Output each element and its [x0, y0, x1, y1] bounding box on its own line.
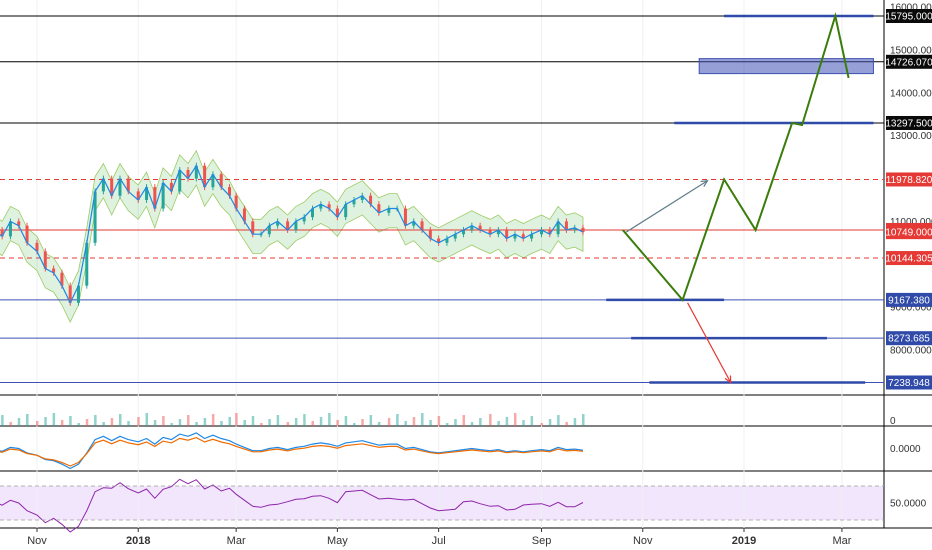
price-label: 15795.000: [885, 12, 932, 23]
volume-bar: [412, 417, 416, 426]
volume-bar: [369, 415, 373, 426]
volume-bar: [286, 422, 290, 426]
volume-bar: [243, 420, 246, 426]
volume-bar: [251, 416, 255, 426]
volume-bar: [479, 418, 482, 426]
volume-bar: [69, 416, 72, 426]
x-axis-tick-label: Mar: [227, 535, 246, 547]
price-label: 9167.380: [888, 295, 930, 306]
volume-bar: [94, 415, 97, 426]
volume-bar: [530, 416, 534, 426]
volume-bar: [9, 422, 12, 426]
volume-bar: [276, 415, 280, 426]
price-label: 13297.500: [885, 118, 932, 129]
volume-bar: [178, 419, 182, 426]
volume-bar: [352, 423, 356, 426]
volume-bar: [17, 418, 21, 426]
volume-bar: [377, 422, 381, 426]
x-axis-tick-label: 2019: [732, 535, 756, 547]
volume-bar: [328, 413, 331, 426]
volume-bar: [77, 423, 80, 426]
volume-bar: [387, 418, 391, 426]
x-axis-tick-label: Nov: [27, 535, 47, 547]
volume-bar: [268, 419, 271, 426]
price-label: 14726.070: [885, 57, 932, 68]
volume-bar: [513, 413, 517, 426]
volume-bar: [153, 420, 157, 426]
volume-bar: [60, 420, 64, 426]
volume-bar: [319, 417, 323, 426]
volume-bar: [429, 420, 432, 426]
volume-axis-label: 0: [890, 416, 896, 427]
rsi-axis-label: 50.0000: [890, 499, 927, 510]
volume-bar: [582, 414, 585, 426]
volume-bar: [52, 413, 56, 426]
x-axis-tick-label: May: [327, 535, 348, 547]
volume-bar: [445, 423, 449, 426]
volume-bar: [404, 421, 407, 426]
volume-bar: [44, 417, 47, 426]
volume-bar: [203, 418, 207, 426]
volume-bar: [489, 414, 492, 426]
volume-bar: [344, 416, 348, 426]
volume-bar: [462, 415, 466, 426]
volume-bar: [110, 418, 114, 426]
price-label: 10144.305: [885, 254, 932, 265]
volume-bar: [497, 421, 500, 426]
volume-bar: [36, 421, 39, 426]
volume-bar: [137, 417, 140, 426]
price-axis-tick: 14000.000: [890, 88, 932, 99]
volume-bar: [145, 413, 149, 426]
price-label: 7238.948: [888, 378, 930, 389]
volume-bar: [220, 421, 223, 426]
x-axis-tick-label: 2018: [126, 535, 150, 547]
volume-bar: [235, 413, 238, 426]
x-axis-tick-label: Nov: [633, 535, 653, 547]
volume-bar: [470, 422, 474, 426]
volume-bar: [127, 421, 130, 426]
volume-bar: [336, 420, 339, 426]
volume-bar: [26, 414, 29, 426]
volume-bar: [437, 416, 441, 426]
volume-bar: [522, 420, 525, 426]
volume-bar: [565, 422, 568, 426]
volume-bar: [557, 415, 560, 426]
x-axis-tick-label: Jul: [432, 535, 446, 547]
volume-bar: [573, 418, 577, 426]
volume-bar: [260, 423, 263, 426]
volume-bar: [102, 422, 105, 426]
x-axis-tick-label: Sep: [532, 535, 552, 547]
volume-bar: [195, 422, 198, 426]
volume-bar: [170, 423, 173, 426]
volume-bar: [294, 418, 298, 426]
price-axis-tick: 13000.000: [890, 131, 932, 142]
volume-bar: [540, 423, 544, 426]
volume-bar: [454, 419, 457, 426]
x-axis-tick-label: Mar: [832, 535, 851, 547]
volume-bar: [303, 414, 306, 426]
volume-bar: [311, 421, 314, 426]
volume-bar: [396, 414, 399, 426]
volume-bar: [505, 417, 509, 426]
trading-chart[interactable]: 16000.00015000.00014000.00013000.0001100…: [0, 0, 932, 550]
price-label: 8273.685: [888, 334, 930, 345]
volume-bar: [228, 417, 232, 426]
chart-background: [0, 0, 932, 550]
volume-bar: [1, 415, 4, 426]
volume-bar: [361, 419, 364, 426]
volume-bar: [85, 419, 89, 426]
volume-bar: [548, 419, 552, 426]
price-axis-tick: 8000.000: [890, 345, 932, 356]
price-label: 10749.000: [885, 228, 932, 239]
volume-bar: [421, 413, 424, 426]
volume-bar: [162, 416, 165, 426]
price-label: 11978.820: [886, 175, 932, 186]
volume-bar: [211, 414, 215, 426]
volume-bar: [187, 415, 190, 426]
volume-bar: [118, 414, 122, 426]
macd-axis-label: 0.0000: [890, 444, 921, 455]
